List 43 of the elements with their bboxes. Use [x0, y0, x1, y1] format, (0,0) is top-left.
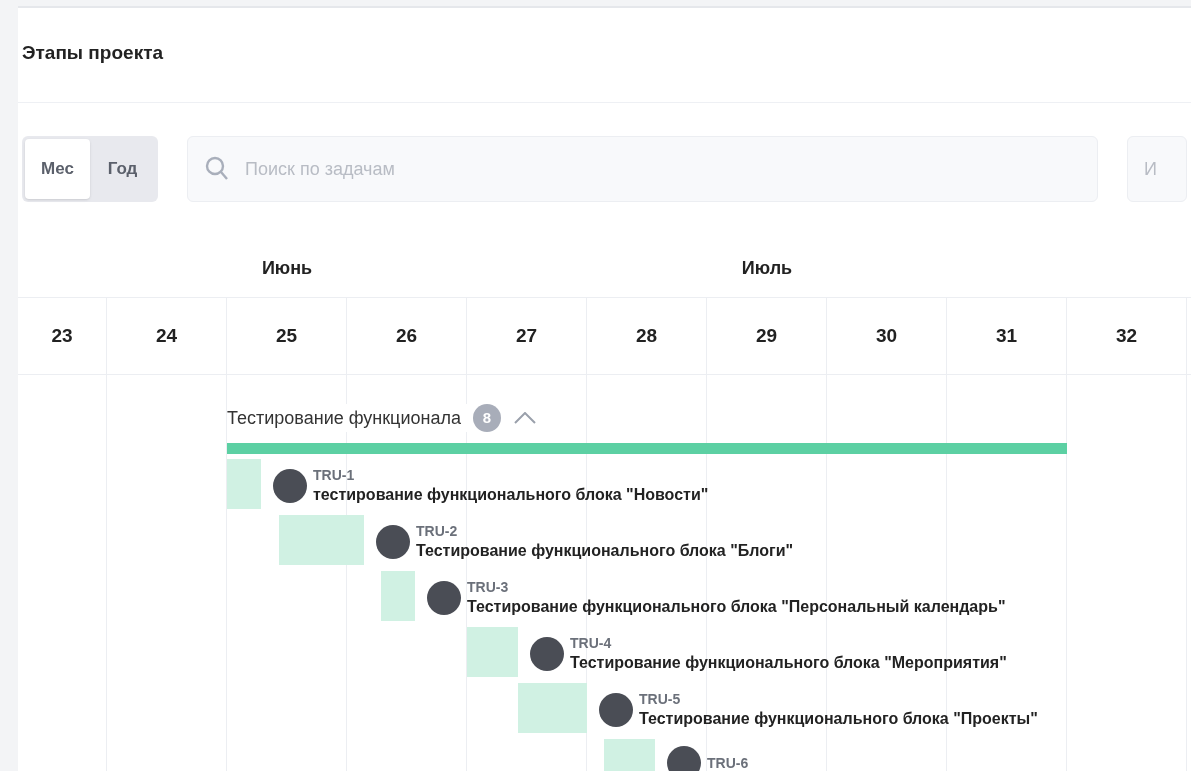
- task-bar[interactable]: [227, 459, 261, 509]
- task-bar[interactable]: [467, 627, 518, 677]
- week-header: 26: [347, 298, 467, 374]
- task-id: TRU-4: [570, 634, 613, 652]
- search-icon: [205, 156, 229, 182]
- week-header: 24: [107, 298, 227, 374]
- week-header: 28: [587, 298, 707, 374]
- task-id: TRU-5: [639, 690, 682, 708]
- task-title: Тестирование функционального блока "Персональный календарь": [467, 597, 1006, 617]
- task-id: TRU-3: [467, 578, 510, 596]
- task-id: TRU-6: [707, 754, 749, 771]
- task-bar[interactable]: [279, 515, 364, 565]
- week-header: 30: [827, 298, 947, 374]
- avatar: [376, 525, 410, 559]
- avatar: [273, 469, 307, 503]
- task-bar[interactable]: [381, 571, 415, 621]
- week-header: 32: [1067, 298, 1187, 374]
- view-tab[interactable]: Мес: [25, 139, 90, 199]
- task-title: Тестирование функционального блока "Проекты": [639, 709, 1038, 729]
- view-tab[interactable]: Год: [90, 139, 155, 199]
- task-bar[interactable]: [518, 683, 587, 733]
- chevron-icon: [513, 412, 536, 424]
- avatar: [599, 693, 633, 727]
- page-title: Этапы проекта: [22, 40, 163, 65]
- avatar: [530, 637, 564, 671]
- avatar: [667, 746, 701, 771]
- task-title: Тестирование функционального блока "Блоги": [416, 541, 794, 561]
- week-header: 29: [707, 298, 827, 374]
- week-header: 31: [947, 298, 1067, 374]
- task-id: TRU-2: [416, 522, 459, 540]
- task-id: TRU-1: [313, 466, 356, 484]
- search-field[interactable]: Поиск по задачам: [187, 136, 1098, 202]
- avatar: [427, 581, 461, 615]
- count-badge: 8: [472, 404, 501, 432]
- week-header: 23: [18, 298, 107, 374]
- week-header: 25: [227, 298, 347, 374]
- month-label: Июль: [741, 257, 793, 280]
- week-header: 27: [467, 298, 587, 374]
- task-title: тестирование функционального блока "Новости": [313, 485, 709, 505]
- task-title: Тестирование функционального блока "Мероприятия": [570, 653, 1007, 673]
- filter-placeholder: И: [1144, 157, 1157, 181]
- group-title: Тестирование функционала: [227, 406, 461, 430]
- month-label: Июнь: [261, 257, 313, 280]
